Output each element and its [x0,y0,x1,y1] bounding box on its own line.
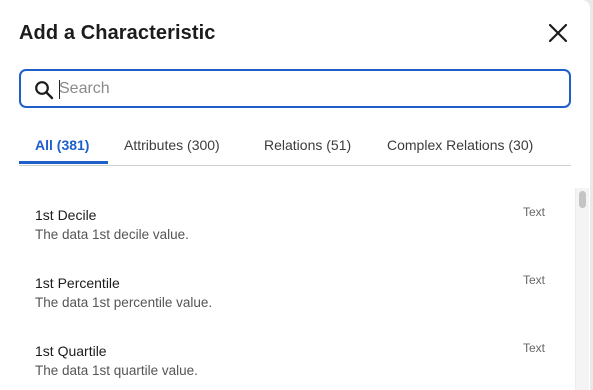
list-item[interactable]: 1st Quartile The data 1st quartile value… [19,324,559,384]
list-item[interactable]: 1st Percentile The data 1st percentile v… [19,256,559,316]
tab-bar: All (381) Attributes (300) Relations (51… [19,128,571,166]
characteristic-list: 1st Decile The data 1st decile value. Te… [19,188,589,390]
item-description: The data 1st percentile value. [35,295,213,310]
active-tab-indicator [19,161,108,164]
item-name: 1st Quartile [35,343,107,359]
close-button[interactable] [546,21,570,45]
tab-relations[interactable]: Relations (51) [264,137,351,153]
tab-all[interactable]: All (381) [35,137,89,153]
add-characteristic-dialog: Add a Characteristic All (381) Attribute… [0,0,590,390]
scrollbar-thumb[interactable] [579,191,586,208]
item-description: The data 1st decile value. [35,227,189,242]
dialog-header: Add a Characteristic [19,22,570,48]
text-caret [59,80,60,99]
tab-attributes[interactable]: Attributes (300) [124,137,220,153]
item-type: Text [522,205,545,219]
dialog-title: Add a Characteristic [19,22,216,44]
search-input[interactable] [59,71,559,106]
list-scrollbar[interactable] [575,188,589,390]
item-type: Text [522,273,545,287]
search-box [19,69,571,108]
item-name: 1st Percentile [35,275,120,291]
search-icon [35,81,54,100]
item-type: Text [522,341,545,355]
close-icon [548,23,568,43]
tab-complex-relations[interactable]: Complex Relations (30) [387,137,533,153]
item-description: The data 1st quartile value. [35,363,198,378]
list-item[interactable]: 1st Decile The data 1st decile value. Te… [19,188,559,248]
item-name: 1st Decile [35,207,97,223]
